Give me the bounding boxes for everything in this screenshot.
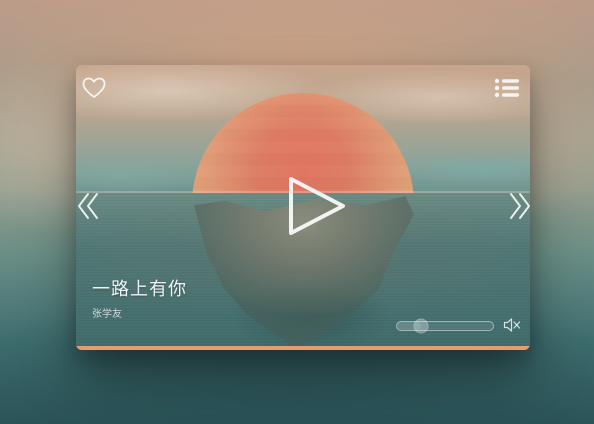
bottom-accent-bar (76, 346, 530, 350)
play-icon (289, 177, 345, 235)
favorite-button[interactable] (82, 77, 106, 99)
previous-track-button[interactable] (76, 191, 102, 221)
volume-slider[interactable] (396, 318, 494, 334)
playlist-button[interactable] (494, 77, 520, 99)
double-chevron-right-icon (510, 193, 530, 219)
song-artist: 张学友 (92, 309, 122, 320)
speaker-muted-icon (503, 318, 521, 332)
song-title: 一路上有你 (92, 279, 187, 300)
play-button[interactable] (281, 173, 349, 239)
heart-icon (82, 77, 106, 98)
mute-button[interactable] (503, 317, 521, 333)
list-icon (494, 78, 519, 98)
double-chevron-left-icon (78, 193, 98, 219)
volume-slider-knob[interactable] (413, 318, 429, 334)
next-track-button[interactable] (506, 191, 530, 221)
music-player-card: 一路上有你 张学友 (76, 65, 530, 350)
